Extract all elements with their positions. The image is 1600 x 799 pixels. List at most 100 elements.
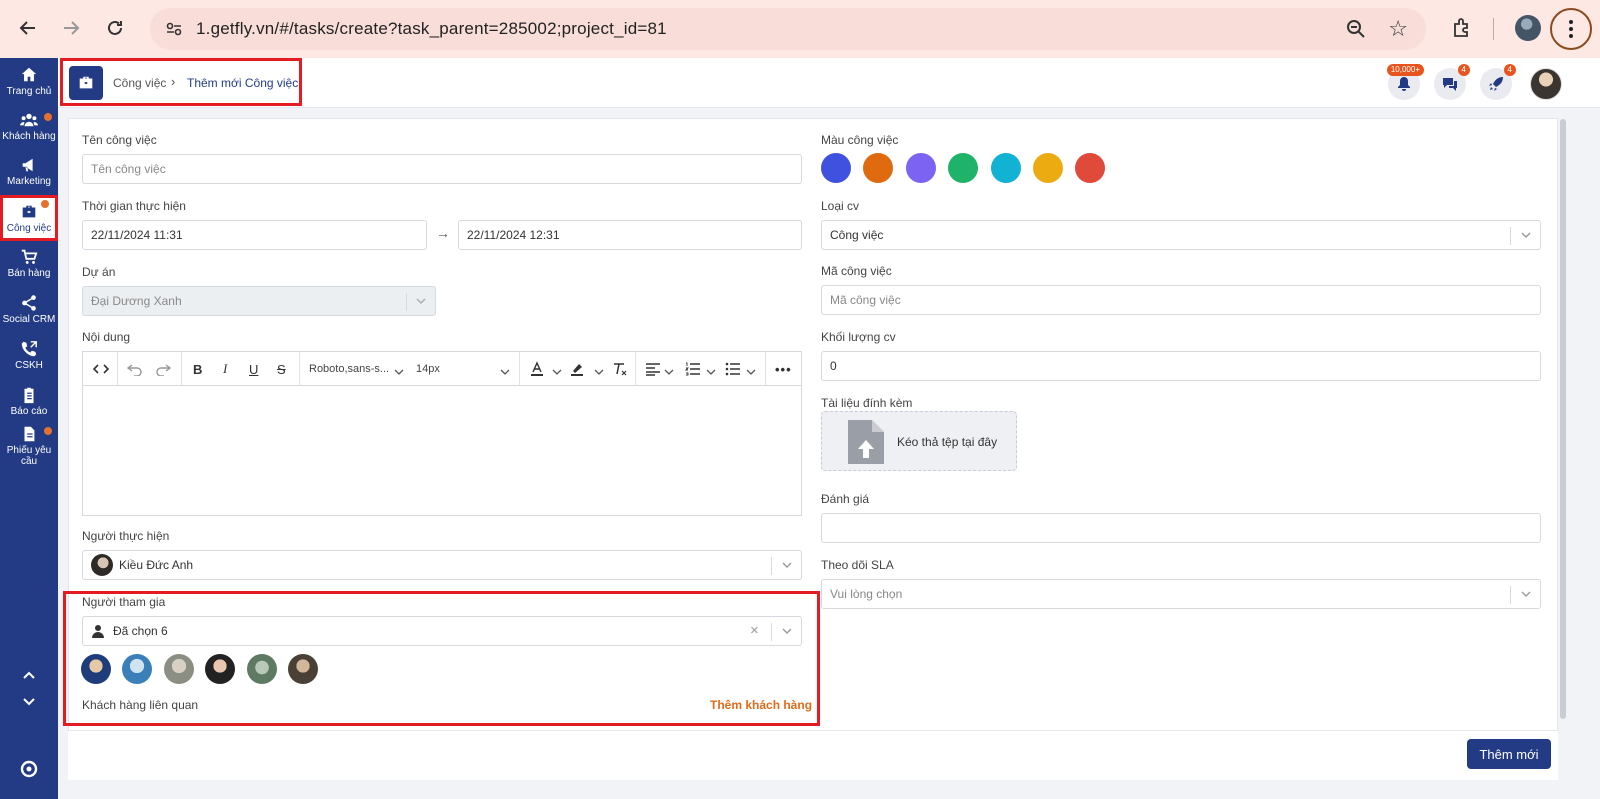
toolbar-divider <box>1493 18 1494 40</box>
color-option[interactable] <box>906 153 936 183</box>
assignee-value: Kiều Đức Anh <box>119 558 194 572</box>
participant-avatar[interactable] <box>81 654 111 684</box>
breadcrumb-parent[interactable]: Công việc <box>113 76 166 90</box>
type-value: Công việc <box>830 228 884 242</box>
file-dropzone[interactable]: Kéo thả tệp tại đây <box>821 411 1017 471</box>
color-label: Màu công việc <box>821 133 899 147</box>
profile-avatar[interactable] <box>1515 15 1541 41</box>
url-text[interactable]: 1.getfly.vn/#/tasks/create?task_parent=2… <box>196 19 667 39</box>
user-avatar[interactable] <box>1530 68 1562 100</box>
toolbar-divider <box>181 352 182 385</box>
rocket-button[interactable]: 4 <box>1480 64 1516 100</box>
start-time-input[interactable]: 22/11/2024 11:31 <box>82 220 427 250</box>
sidebar-item-customers[interactable]: Khách hàng <box>0 111 58 157</box>
sidebar-item-label: CSKH <box>15 360 43 371</box>
strikethrough-icon[interactable]: S <box>277 360 286 378</box>
sidebar-item-requests[interactable]: Phiếu yêu cầu <box>0 425 58 477</box>
chevron-down-icon[interactable] <box>393 363 405 381</box>
color-option[interactable] <box>948 153 978 183</box>
volume-input[interactable]: 0 <box>821 351 1541 381</box>
participant-avatar[interactable] <box>164 654 194 684</box>
clear-format-icon[interactable] <box>611 360 627 378</box>
toolbar-divider <box>117 352 118 385</box>
dropzone-text: Kéo thả tệp tại đây <box>897 435 998 449</box>
underline-icon[interactable]: U <box>249 360 258 378</box>
breadcrumb-current: Thêm mới Công việc <box>187 76 299 90</box>
bold-icon[interactable]: B <box>193 360 202 378</box>
participant-avatar[interactable] <box>205 654 235 684</box>
notifications-button[interactable]: 10,000+ <box>1386 64 1424 100</box>
chevron-down-icon[interactable] <box>20 692 38 710</box>
chevron-down-icon[interactable] <box>663 363 675 381</box>
briefcase-icon <box>22 205 36 218</box>
address-bar[interactable]: 1.getfly.vn/#/tasks/create?task_parent=2… <box>150 8 1426 50</box>
rocket-icon <box>1489 77 1503 91</box>
cart-icon <box>21 249 38 264</box>
type-select[interactable]: Công việc <box>821 220 1541 250</box>
chevron-down-icon[interactable] <box>499 363 511 381</box>
redo-icon[interactable] <box>155 360 171 378</box>
select-divider <box>1510 227 1511 245</box>
scrollbar[interactable] <box>1560 119 1566 719</box>
color-option[interactable] <box>863 153 893 183</box>
color-option[interactable] <box>991 153 1021 183</box>
bookmark-star-icon[interactable]: ☆ <box>1388 16 1408 42</box>
sidebar-item-label: Trang chủ <box>6 86 52 97</box>
bullet-list-icon[interactable] <box>725 360 741 378</box>
select-divider <box>771 557 772 575</box>
content-editor[interactable] <box>82 385 802 516</box>
sidebar-item-cskh[interactable]: CSKH <box>0 340 58 386</box>
assignee-select[interactable]: Kiều Đức Anh <box>82 550 802 580</box>
text-color-icon[interactable] <box>529 360 545 378</box>
participant-avatar[interactable] <box>288 654 318 684</box>
support-icon[interactable] <box>20 760 38 778</box>
project-label: Dự án <box>82 265 116 279</box>
sla-placeholder: Vui lòng chọn <box>830 587 903 601</box>
end-time-input[interactable]: 22/11/2024 12:31 <box>458 220 802 250</box>
color-option[interactable] <box>1033 153 1063 183</box>
chevron-up-icon[interactable] <box>20 667 38 685</box>
align-icon[interactable] <box>645 360 661 378</box>
chevron-down-icon[interactable] <box>593 363 605 381</box>
participant-avatar[interactable] <box>122 654 152 684</box>
chevron-down-icon[interactable] <box>705 363 717 381</box>
highlight-color-icon[interactable] <box>569 360 585 378</box>
sidebar-item-social-crm[interactable]: Social CRM <box>0 294 58 340</box>
italic-icon[interactable]: I <box>223 360 227 378</box>
font-size-select[interactable]: 14px <box>416 360 440 378</box>
chevron-down-icon[interactable] <box>551 363 563 381</box>
code-view-icon[interactable] <box>93 360 109 378</box>
font-family-select[interactable]: Roboto,sans-s... <box>309 360 389 378</box>
time-label: Thời gian thực hiện <box>82 199 186 213</box>
sidebar-item-home[interactable]: Trang chủ <box>0 66 58 112</box>
chevron-down-icon[interactable] <box>745 363 757 381</box>
submit-button[interactable]: Thêm mới <box>1467 739 1551 769</box>
more-options-icon[interactable]: ••• <box>775 360 792 378</box>
task-name-input[interactable]: Tên công việc <box>82 154 802 184</box>
project-value: Đại Dương Xanh <box>91 294 182 308</box>
forward-icon[interactable] <box>57 14 85 42</box>
undo-icon[interactable] <box>127 360 143 378</box>
extensions-icon[interactable] <box>1450 16 1474 40</box>
rating-input[interactable] <box>821 513 1541 543</box>
browser-menu-button[interactable] <box>1550 8 1592 50</box>
code-input[interactable]: Mã công việc <box>821 285 1541 315</box>
sla-select[interactable]: Vui lòng chọn <box>821 579 1541 609</box>
sidebar-item-sales[interactable]: Bán hàng <box>0 248 58 294</box>
zoom-icon[interactable] <box>1344 17 1368 41</box>
users-icon <box>20 113 38 127</box>
color-option[interactable] <box>1075 153 1105 183</box>
chat-button[interactable]: 4 <box>1434 64 1470 100</box>
sidebar-item-label: Phiếu yêu cầu <box>6 445 52 467</box>
ordered-list-icon[interactable] <box>685 360 701 378</box>
sidebar-item-tasks[interactable]: Công việc <box>0 195 58 241</box>
reload-icon[interactable] <box>101 14 129 42</box>
toolbar-divider <box>299 352 300 385</box>
editor-toolbar: B I U S Roboto,sans-s... 14px ••• <box>82 351 802 385</box>
volume-label: Khối lượng cv <box>821 330 896 344</box>
color-option[interactable] <box>821 153 851 183</box>
notification-dot <box>41 200 49 208</box>
back-icon[interactable] <box>14 14 42 42</box>
site-settings-icon[interactable] <box>164 19 184 39</box>
participant-avatar[interactable] <box>247 654 277 684</box>
